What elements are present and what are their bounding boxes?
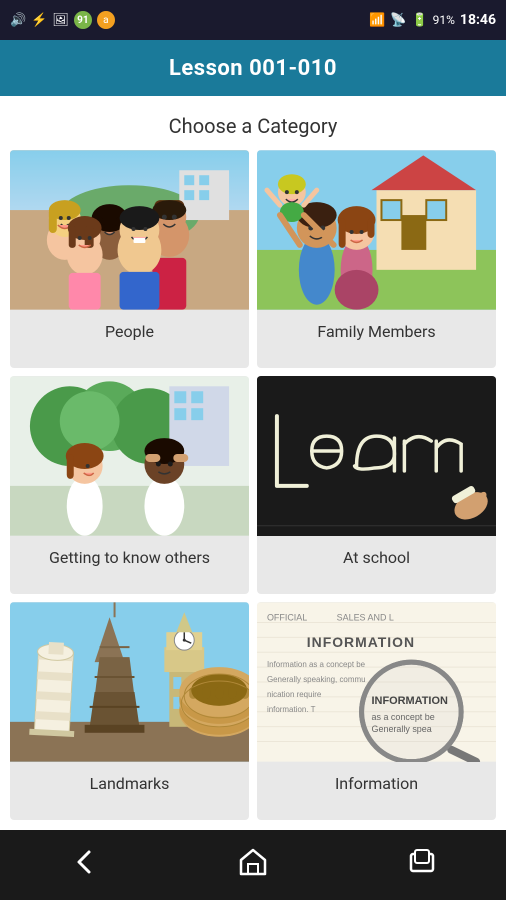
main-content: Choose a Category bbox=[0, 96, 506, 830]
svg-text:SALES AND L: SALES AND L bbox=[337, 612, 394, 622]
school-image bbox=[257, 376, 496, 536]
usb-icon: ⚡ bbox=[31, 13, 47, 28]
status-icons-left: 🔊 ⚡ 🖼 91 a bbox=[10, 11, 115, 29]
category-getting[interactable]: Getting to know others bbox=[10, 376, 249, 594]
svg-text:nication require: nication require bbox=[267, 690, 322, 699]
category-school[interactable]: At school bbox=[257, 376, 496, 594]
svg-text:Generally speaking, commu: Generally speaking, commu bbox=[267, 675, 366, 684]
svg-text:as a concept be: as a concept be bbox=[372, 712, 435, 722]
avast-icon: a bbox=[97, 11, 115, 29]
back-button[interactable] bbox=[59, 837, 109, 894]
landmarks-image bbox=[10, 602, 249, 762]
family-image bbox=[257, 150, 496, 310]
category-information-label: Information bbox=[257, 762, 496, 805]
battery-percent: 91% bbox=[433, 13, 455, 27]
antenna-icon: 🔊 bbox=[10, 13, 26, 28]
status-icons-right: 📶 📡 🔋 91% 18:46 bbox=[369, 12, 496, 28]
battery-icon: 🔋 bbox=[411, 13, 427, 28]
category-people-label: People bbox=[10, 310, 249, 353]
title-bar: Lesson 001-010 bbox=[0, 40, 506, 96]
category-grid: People bbox=[0, 150, 506, 830]
svg-text:information. T: information. T bbox=[267, 705, 316, 714]
nav-bar bbox=[0, 830, 506, 900]
page-subtitle: Choose a Category bbox=[0, 96, 506, 150]
svg-text:Information as a concept be: Information as a concept be bbox=[267, 660, 366, 669]
svg-text:INFORMATION: INFORMATION bbox=[307, 634, 415, 650]
svg-text:Generally spea: Generally spea bbox=[372, 724, 432, 734]
page-title: Lesson 001-010 bbox=[169, 56, 337, 81]
category-family[interactable]: Family Members bbox=[257, 150, 496, 368]
category-landmarks[interactable]: Landmarks bbox=[10, 602, 249, 820]
signal-icon: 📡 bbox=[390, 13, 406, 28]
home-button[interactable] bbox=[228, 837, 278, 894]
category-family-label: Family Members bbox=[257, 310, 496, 353]
recent-button[interactable] bbox=[397, 837, 447, 894]
wifi-icon: 📶 bbox=[369, 13, 385, 28]
getting-image bbox=[10, 376, 249, 536]
image-icon: 🖼 bbox=[52, 13, 69, 28]
category-getting-label: Getting to know others bbox=[10, 536, 249, 579]
category-landmarks-label: Landmarks bbox=[10, 762, 249, 805]
category-information[interactable]: OFFICIAL SALES AND L INFORMATION Informa… bbox=[257, 602, 496, 820]
circle-badge: 91 bbox=[74, 11, 92, 29]
svg-text:OFFICIAL: OFFICIAL bbox=[267, 612, 307, 622]
category-school-label: At school bbox=[257, 536, 496, 579]
status-bar: 🔊 ⚡ 🖼 91 a 📶 📡 🔋 91% 18:46 bbox=[0, 0, 506, 40]
time-display: 18:46 bbox=[460, 12, 496, 28]
category-people[interactable]: People bbox=[10, 150, 249, 368]
information-image: OFFICIAL SALES AND L INFORMATION Informa… bbox=[257, 602, 496, 762]
svg-text:INFORMATION: INFORMATION bbox=[372, 695, 448, 707]
people-image bbox=[10, 150, 249, 310]
